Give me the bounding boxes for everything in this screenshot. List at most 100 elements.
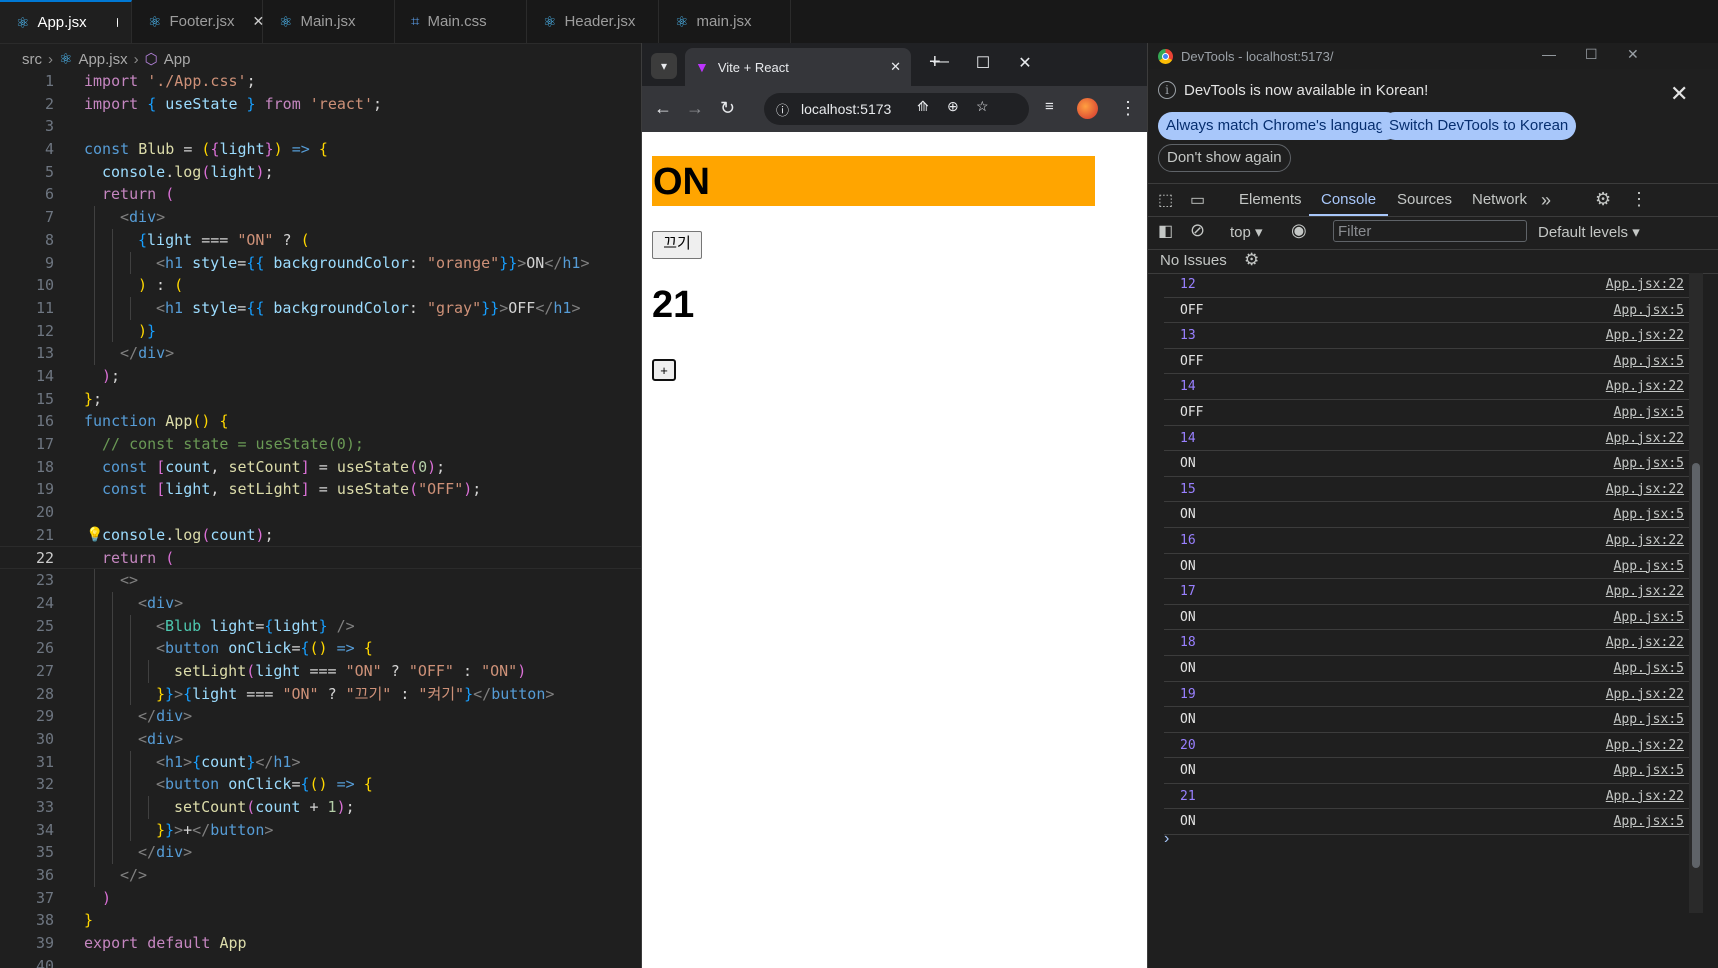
url-text[interactable]: localhost:5173 <box>801 101 891 117</box>
source-link[interactable]: App.jsx:22 <box>1606 374 1684 400</box>
code-line[interactable]: 27 setLight(light === "ON" ? "OFF" : "ON"… <box>0 659 641 683</box>
close-icon[interactable]: ✕ <box>1670 81 1688 107</box>
code-line[interactable]: 19 const [light, setLight] = useState("OF… <box>0 478 641 501</box>
code-line[interactable]: 8 {light === "ON" ? ( <box>0 228 641 252</box>
live-expression-eye-icon[interactable]: ◉ <box>1291 220 1307 241</box>
breadcrumb-symbol[interactable]: App <box>164 51 191 68</box>
reload-icon[interactable]: ↻ <box>720 98 735 119</box>
sidebar-toggle-icon[interactable]: ◧ <box>1158 221 1173 241</box>
forward-icon[interactable]: → <box>686 98 704 119</box>
code-line[interactable]: 6 return ( <box>0 183 641 206</box>
back-icon[interactable]: ← <box>654 98 672 119</box>
code-line[interactable]: 35 </div> <box>0 841 641 865</box>
code-line[interactable]: 25 <Blub light={light} /> <box>0 614 641 638</box>
code-line[interactable]: 30 <div> <box>0 727 641 751</box>
settings-gear-icon[interactable]: ⚙ <box>1595 189 1611 210</box>
zoom-icon[interactable]: ⊕ <box>947 98 959 115</box>
source-link[interactable]: App.jsx:22 <box>1606 733 1684 759</box>
code-line[interactable]: 32 <button onClick={() => { <box>0 773 641 796</box>
breadcrumb-folder[interactable]: src <box>22 51 42 68</box>
source-link[interactable]: App.jsx:5 <box>1614 349 1684 375</box>
code-line[interactable]: 17 // const state = useState(0); <box>0 433 641 456</box>
log-levels-dropdown[interactable]: Default levels ▾ <box>1538 223 1640 241</box>
scrollbar-thumb[interactable] <box>1692 463 1700 868</box>
source-link[interactable]: App.jsx:5 <box>1614 298 1684 324</box>
browser-tab[interactable]: ▼ Vite + React ✕ <box>685 48 911 86</box>
code-line[interactable]: 11 <h1 style={{ backgroundColor: "gray"}}… <box>0 296 641 320</box>
minimize-icon[interactable]: — <box>931 53 951 71</box>
code-line[interactable]: 37) <box>0 887 641 910</box>
code-line[interactable]: 7 <div> <box>0 206 641 229</box>
source-link[interactable]: App.jsx:22 <box>1606 323 1684 349</box>
switch-to-korean-button[interactable]: Switch DevTools to Korean <box>1381 112 1577 140</box>
source-link[interactable]: App.jsx:5 <box>1614 502 1684 528</box>
source-link[interactable]: App.jsx:5 <box>1614 554 1684 580</box>
source-link[interactable]: App.jsx:5 <box>1614 707 1684 733</box>
kebab-menu-icon[interactable]: ⋮ <box>1630 189 1648 210</box>
media-controls-icon[interactable]: ≡ <box>1045 98 1054 115</box>
close-icon[interactable]: ✕ <box>890 59 901 75</box>
maximize-icon[interactable]: ☐ <box>1585 46 1598 63</box>
address-bar[interactable]: ⓘ localhost:5173 ⟰ ⊕ ☆ <box>764 93 1029 125</box>
site-info-icon[interactable]: ⓘ <box>776 100 789 119</box>
console-scrollbar[interactable] <box>1689 273 1703 913</box>
bookmark-star-icon[interactable]: ☆ <box>976 98 989 115</box>
window-close-icon[interactable]: ✕ <box>1627 46 1639 63</box>
code-line[interactable]: 13 </div> <box>0 342 641 365</box>
tab-sources[interactable]: Sources <box>1397 184 1452 216</box>
profile-avatar[interactable] <box>1077 98 1098 119</box>
code-line[interactable]: 36 </> <box>0 864 641 887</box>
code-area[interactable]: 1 import './App.css'; 2 import { useState }… <box>0 70 641 968</box>
code-line[interactable]: 34}}>+</button> <box>0 818 641 842</box>
tab-header-jsx[interactable]: ⚛ Header.jsx <box>527 0 659 43</box>
increment-button[interactable]: + <box>652 359 676 381</box>
code-editor[interactable]: src › ⚛ App.jsx › ⬡ App 1 import './App.c… <box>0 0 641 968</box>
source-link[interactable]: App.jsx:22 <box>1606 426 1684 452</box>
code-line[interactable]: 38} <box>0 909 641 932</box>
source-link[interactable]: App.jsx:22 <box>1606 579 1684 605</box>
code-line[interactable]: 1 import './App.css'; <box>0 70 641 93</box>
source-link[interactable]: App.jsx:22 <box>1606 682 1684 708</box>
minimize-icon[interactable]: — <box>1542 46 1556 62</box>
code-line[interactable]: 23 <> <box>0 569 641 592</box>
code-line[interactable]: 24 <div> <box>0 591 641 615</box>
source-link[interactable]: App.jsx:22 <box>1606 528 1684 554</box>
code-line[interactable]: 33 setCount(count + 1); <box>0 796 641 819</box>
code-line[interactable]: 9 <h1 style={{ backgroundColor: "orange"}… <box>0 251 641 275</box>
source-link[interactable]: App.jsx:5 <box>1614 605 1684 631</box>
source-link[interactable]: App.jsx:5 <box>1614 809 1684 835</box>
code-line[interactable]: 21 💡 console.log(count); <box>0 524 641 547</box>
source-link[interactable]: App.jsx:5 <box>1614 656 1684 682</box>
lightbulb-icon[interactable]: 💡 <box>86 524 103 547</box>
source-link[interactable]: App.jsx:22 <box>1606 477 1684 503</box>
tab-search-button[interactable]: ▾ <box>651 53 677 79</box>
code-line[interactable]: 31 <h1>{count}</h1> <box>0 750 641 774</box>
tab-network[interactable]: Network <box>1472 184 1527 216</box>
code-line[interactable]: 39 export default App <box>0 932 641 955</box>
tab-elements[interactable]: Elements <box>1239 184 1302 216</box>
dont-show-again-button[interactable]: Don't show again <box>1158 144 1291 172</box>
source-link[interactable]: App.jsx:5 <box>1614 451 1684 477</box>
code-line[interactable]: 2 import { useState } from 'react'; <box>0 93 641 116</box>
code-line[interactable]: 18 const [count, setCount] = useState(0); <box>0 456 641 479</box>
tab-footer-jsx[interactable]: ⚛ Footer.jsx ✕ <box>132 0 264 43</box>
source-link[interactable]: App.jsx:22 <box>1606 272 1684 298</box>
translate-icon[interactable]: ⟰ <box>917 98 929 115</box>
source-link[interactable]: App.jsx:22 <box>1606 630 1684 656</box>
source-link[interactable]: App.jsx:22 <box>1606 784 1684 810</box>
tab-main-css[interactable]: ⌗ Main.css <box>395 0 527 43</box>
inspect-element-icon[interactable]: ⬚ <box>1158 190 1173 210</box>
source-link[interactable]: App.jsx:5 <box>1614 400 1684 426</box>
code-line[interactable]: 3 <box>0 115 641 138</box>
toggle-light-button[interactable]: 끄기 <box>652 231 702 259</box>
code-line[interactable]: 14); <box>0 365 641 388</box>
kebab-menu-icon[interactable]: ⋮ <box>1119 98 1137 119</box>
always-match-language-button[interactable]: Always match Chrome's language <box>1158 112 1401 140</box>
context-selector[interactable]: top ▾ <box>1230 223 1263 241</box>
console-filter-input[interactable]: Filter <box>1333 220 1527 242</box>
code-line[interactable]: 10) : ( <box>0 274 641 297</box>
code-line[interactable]: 29 </div> <box>0 705 641 728</box>
code-line[interactable]: 12)} <box>0 319 641 343</box>
code-line[interactable]: 20 <box>0 501 641 524</box>
clear-console-icon[interactable]: ⊘ <box>1190 220 1205 241</box>
